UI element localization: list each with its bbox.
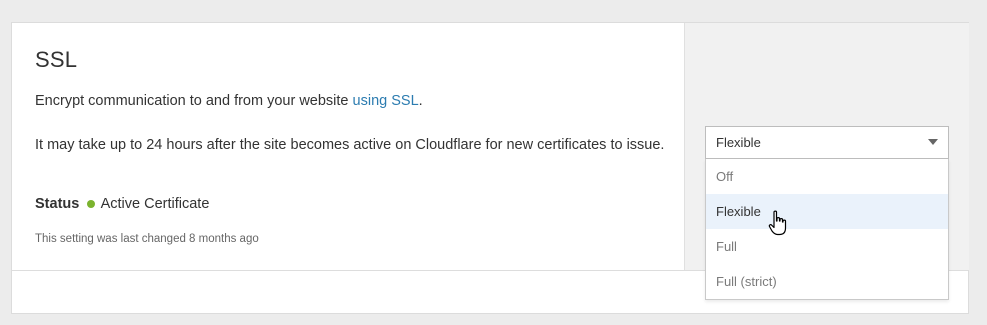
option-full-strict[interactable]: Full (strict) (706, 264, 948, 299)
ssl-mode-select[interactable]: Flexible (705, 126, 949, 159)
ssl-mode-options: Off Flexible Full Full (strict) (705, 159, 949, 300)
certificate-note: It may take up to 24 hours after the sit… (35, 137, 665, 153)
last-changed-text: This setting was last changed 8 months a… (35, 233, 259, 245)
using-ssl-link[interactable]: using SSL (353, 93, 419, 109)
description-suffix: . (418, 93, 423, 109)
status-dot-icon (87, 199, 96, 208)
option-flexible[interactable]: Flexible (706, 194, 948, 229)
card-title: SSL (35, 47, 78, 72)
status-row: Status Active Certificate (35, 194, 209, 214)
status-label: Status (35, 196, 80, 212)
hand-pointer-icon (768, 210, 787, 236)
ssl-description: Encrypt communication to and from your w… (35, 90, 665, 112)
option-full[interactable]: Full (706, 229, 948, 264)
status-value: Active Certificate (100, 196, 210, 212)
chevron-down-icon (928, 139, 938, 145)
ssl-info-panel: SSL Encrypt communication to and from yo… (12, 23, 684, 270)
description-text: Encrypt communication to and from your w… (35, 93, 353, 109)
option-off[interactable]: Off (706, 159, 948, 194)
select-value: Flexible (716, 135, 761, 150)
